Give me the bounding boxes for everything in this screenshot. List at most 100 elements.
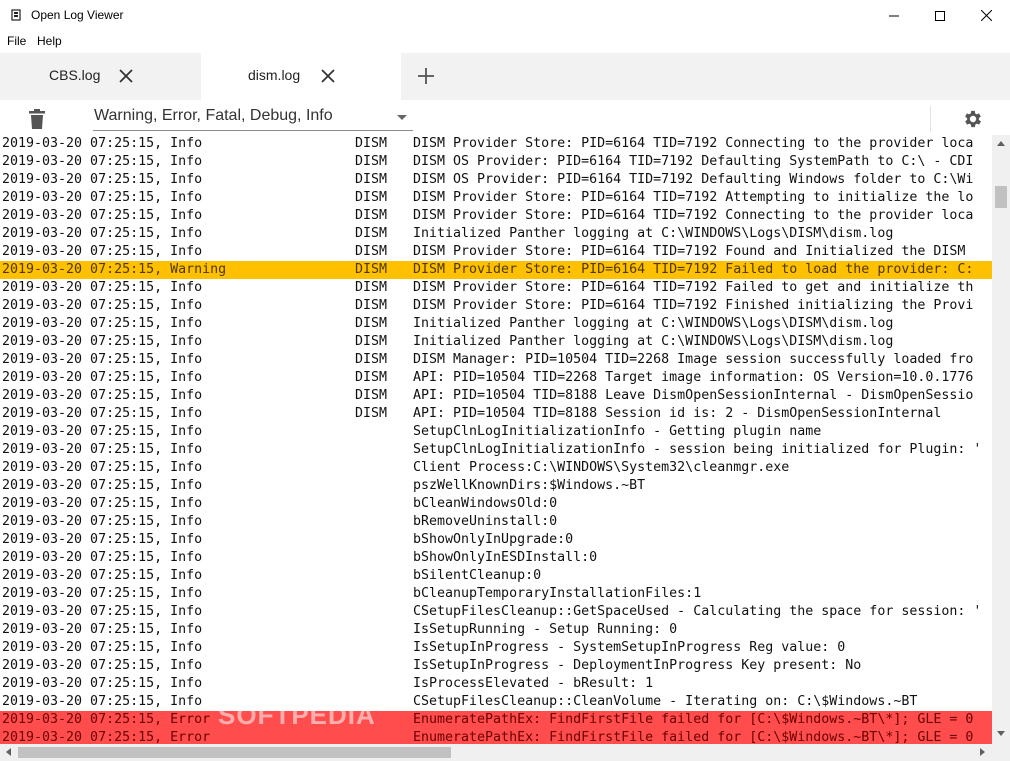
tab-dism-log[interactable]: dism.log — [201, 53, 401, 100]
scroll-right-icon[interactable] — [980, 748, 986, 756]
log-row[interactable]: 2019-03-20 07:25:15, Info DISM Initialized… — [0, 315, 992, 333]
log-date-cell: 2019-03-20 07:25:15, Info — [2, 136, 203, 151]
log-row[interactable]: 2019-03-20 07:25:15, Info DISM DISM OS Pro… — [0, 171, 992, 189]
log-message-cell: DISM Manager: PID=10504 TID=2268 Image s… — [413, 352, 974, 367]
log-row[interactable]: 2019-03-20 07:25:15, Info IsSetupInProgre… — [0, 639, 992, 657]
app-icon — [11, 9, 21, 21]
log-row[interactable]: 2019-03-20 07:25:15, Info bCleanupTempora… — [0, 585, 992, 603]
log-message-cell: IsSetupRunning - Setup Running: 0 — [413, 622, 678, 637]
log-date-cell: 2019-03-20 07:25:15, Info — [2, 478, 203, 493]
level-filter-select[interactable]: Warning, Error, Fatal, Debug, Info — [93, 104, 413, 131]
log-row[interactable]: 2019-03-20 07:25:15, Info Client Process:… — [0, 459, 992, 477]
log-row[interactable]: 2019-03-20 07:25:15, Info DISM API: PID=10… — [0, 405, 992, 423]
log-row[interactable]: 2019-03-20 07:25:15, Info DISM DISM Provid… — [0, 243, 992, 261]
scroll-up-icon[interactable] — [997, 140, 1005, 146]
log-row[interactable]: 2019-03-20 07:25:15, Info bShowOnlyInESDI… — [0, 549, 992, 567]
log-source-cell: DISM — [355, 334, 388, 349]
scroll-left-icon[interactable] — [5, 748, 11, 756]
log-source-cell: DISM — [355, 172, 388, 187]
log-row[interactable]: 2019-03-20 07:25:15, Info DISM Initialized… — [0, 225, 992, 243]
vertical-scrollbar[interactable] — [992, 135, 1010, 744]
log-message-cell: IsProcessElevated - bResult: 1 — [413, 676, 654, 691]
log-row[interactable]: 2019-03-20 07:25:15, Info DISM DISM OS Pro… — [0, 153, 992, 171]
log-row[interactable]: 2019-03-20 07:25:15, Info bShowOnlyInUpgr… — [0, 531, 992, 549]
log-date-cell: 2019-03-20 07:25:15, Info — [2, 640, 203, 655]
log-source-cell: DISM — [355, 352, 388, 367]
log-source-cell: DISM — [355, 280, 388, 295]
close-window-button[interactable] — [963, 0, 1009, 31]
log-row[interactable]: 2019-03-20 07:25:15, Info CSetupFilesClea… — [0, 693, 992, 711]
log-table[interactable]: 2019-03-20 07:25:15, Info DISM DISM Provid… — [0, 135, 992, 744]
log-row[interactable]: 2019-03-20 07:25:15, Info IsSetupRunning … — [0, 621, 992, 639]
log-date-cell: 2019-03-20 07:25:15, Info — [2, 694, 203, 709]
log-date-cell: 2019-03-20 07:25:15, Info — [2, 442, 203, 457]
tab-bar: CBS.log dism.log — [0, 53, 1010, 100]
horizontal-scrollbar[interactable] — [0, 744, 992, 761]
log-source-cell: DISM — [355, 388, 388, 403]
log-row[interactable]: 2019-03-20 07:25:15, Info DISM DISM Provid… — [0, 189, 992, 207]
log-date-cell: 2019-03-20 07:25:15, Info — [2, 154, 203, 169]
log-source-cell: DISM — [355, 190, 388, 205]
log-date-cell: 2019-03-20 07:25:15, Info — [2, 514, 203, 529]
log-date-cell: 2019-03-20 07:25:15, Info — [2, 586, 203, 601]
log-date-cell: 2019-03-20 07:25:15, Info — [2, 532, 203, 547]
log-row[interactable]: 2019-03-20 07:25:15, Info pszWellKnownDir… — [0, 477, 992, 495]
gear-icon[interactable] — [962, 108, 984, 130]
log-row[interactable]: 2019-03-20 07:25:15, Info bSilentCleanup:… — [0, 567, 992, 585]
log-row[interactable]: 2019-03-20 07:25:15, Warning DISM DISM Pro… — [0, 261, 992, 279]
log-message-cell: DISM Provider Store: PID=6164 TID=7192 C… — [413, 136, 974, 151]
log-row[interactable]: 2019-03-20 07:25:15, Info DISM API: PID=10… — [0, 387, 992, 405]
log-row[interactable]: 2019-03-20 07:25:15, Info DISM DISM Provid… — [0, 135, 992, 153]
log-row[interactable]: 2019-03-20 07:25:15, Info CSetupFilesClea… — [0, 603, 992, 621]
log-row[interactable]: 2019-03-20 07:25:15, Info SetupClnLogInit… — [0, 441, 992, 459]
toolbar: Warning, Error, Fatal, Debug, Info — [0, 100, 1010, 136]
log-message-cell: EnumeratePathEx: FindFirstFile failed fo… — [413, 712, 974, 727]
log-row[interactable]: 2019-03-20 07:25:15, Info DISM API: PID=10… — [0, 369, 992, 387]
log-row[interactable]: 2019-03-20 07:25:15, Info DISM DISM Manage… — [0, 351, 992, 369]
close-tab-icon[interactable] — [319, 67, 337, 85]
log-message-cell: CSetupFilesCleanup::CleanVolume - Iterat… — [413, 694, 918, 709]
log-row[interactable]: 2019-03-20 07:25:15, Info bCleanWindowsOl… — [0, 495, 992, 513]
log-source-cell: DISM — [355, 316, 388, 331]
maximize-button[interactable] — [917, 0, 963, 31]
log-date-cell: 2019-03-20 07:25:15, Error — [2, 712, 211, 727]
log-date-cell: 2019-03-20 07:25:15, Info — [2, 298, 203, 313]
trash-icon[interactable] — [27, 108, 47, 130]
log-row[interactable]: 2019-03-20 07:25:15, Info IsSetupInProgre… — [0, 657, 992, 675]
log-source-cell: DISM — [355, 406, 388, 421]
log-row[interactable]: 2019-03-20 07:25:15, Info DISM DISM Provid… — [0, 297, 992, 315]
log-date-cell: 2019-03-20 07:25:15, Info — [2, 406, 203, 421]
plus-icon[interactable] — [415, 65, 437, 87]
log-source-cell: DISM — [355, 298, 388, 313]
vertical-scroll-thumb[interactable] — [995, 186, 1007, 208]
close-tab-icon[interactable] — [117, 67, 135, 85]
tab-label: dism.log — [248, 67, 301, 83]
menu-file[interactable]: File — [7, 34, 26, 48]
log-source-cell: DISM — [355, 136, 388, 151]
log-message-cell: DISM Provider Store: PID=6164 TID=7192 F… — [413, 244, 966, 259]
log-date-cell: 2019-03-20 07:25:15, Info — [2, 244, 203, 259]
log-message-cell: CSetupFilesCleanup::GetSpaceUsed - Calcu… — [413, 604, 982, 619]
log-date-cell: 2019-03-20 07:25:15, Info — [2, 370, 203, 385]
log-date-cell: 2019-03-20 07:25:15, Info — [2, 460, 203, 475]
tab-cbs-log[interactable]: CBS.log — [0, 53, 200, 100]
menu-help[interactable]: Help — [37, 34, 62, 48]
scrollbar-corner — [992, 744, 1010, 761]
log-row[interactable]: 2019-03-20 07:25:15, Info DISM DISM Provid… — [0, 279, 992, 297]
log-row[interactable]: 2019-03-20 07:25:15, Info IsProcessElevat… — [0, 675, 992, 693]
log-message-cell: DISM Provider Store: PID=6164 TID=7192 C… — [413, 208, 974, 223]
log-row[interactable]: 2019-03-20 07:25:15, Error EnumeratePathE… — [0, 711, 992, 729]
log-row[interactable]: 2019-03-20 07:25:15, Info bRemoveUninstal… — [0, 513, 992, 531]
log-row[interactable]: 2019-03-20 07:25:15, Info DISM Initialized… — [0, 333, 992, 351]
scroll-down-icon[interactable] — [997, 731, 1005, 737]
horizontal-scroll-thumb[interactable] — [18, 747, 451, 758]
minimize-button[interactable] — [871, 0, 917, 31]
log-row[interactable]: 2019-03-20 07:25:15, Info DISM DISM Provid… — [0, 207, 992, 225]
log-row[interactable]: 2019-03-20 07:25:15, Error EnumeratePathE… — [0, 729, 992, 744]
log-row[interactable]: 2019-03-20 07:25:15, Info SetupClnLogInit… — [0, 423, 992, 441]
close-icon — [980, 10, 992, 21]
log-source-cell: DISM — [355, 226, 388, 241]
log-source-cell: DISM — [355, 262, 388, 277]
log-message-cell: DISM Provider Store: PID=6164 TID=7192 F… — [413, 298, 974, 313]
log-message-cell: bCleanWindowsOld:0 — [413, 496, 558, 511]
